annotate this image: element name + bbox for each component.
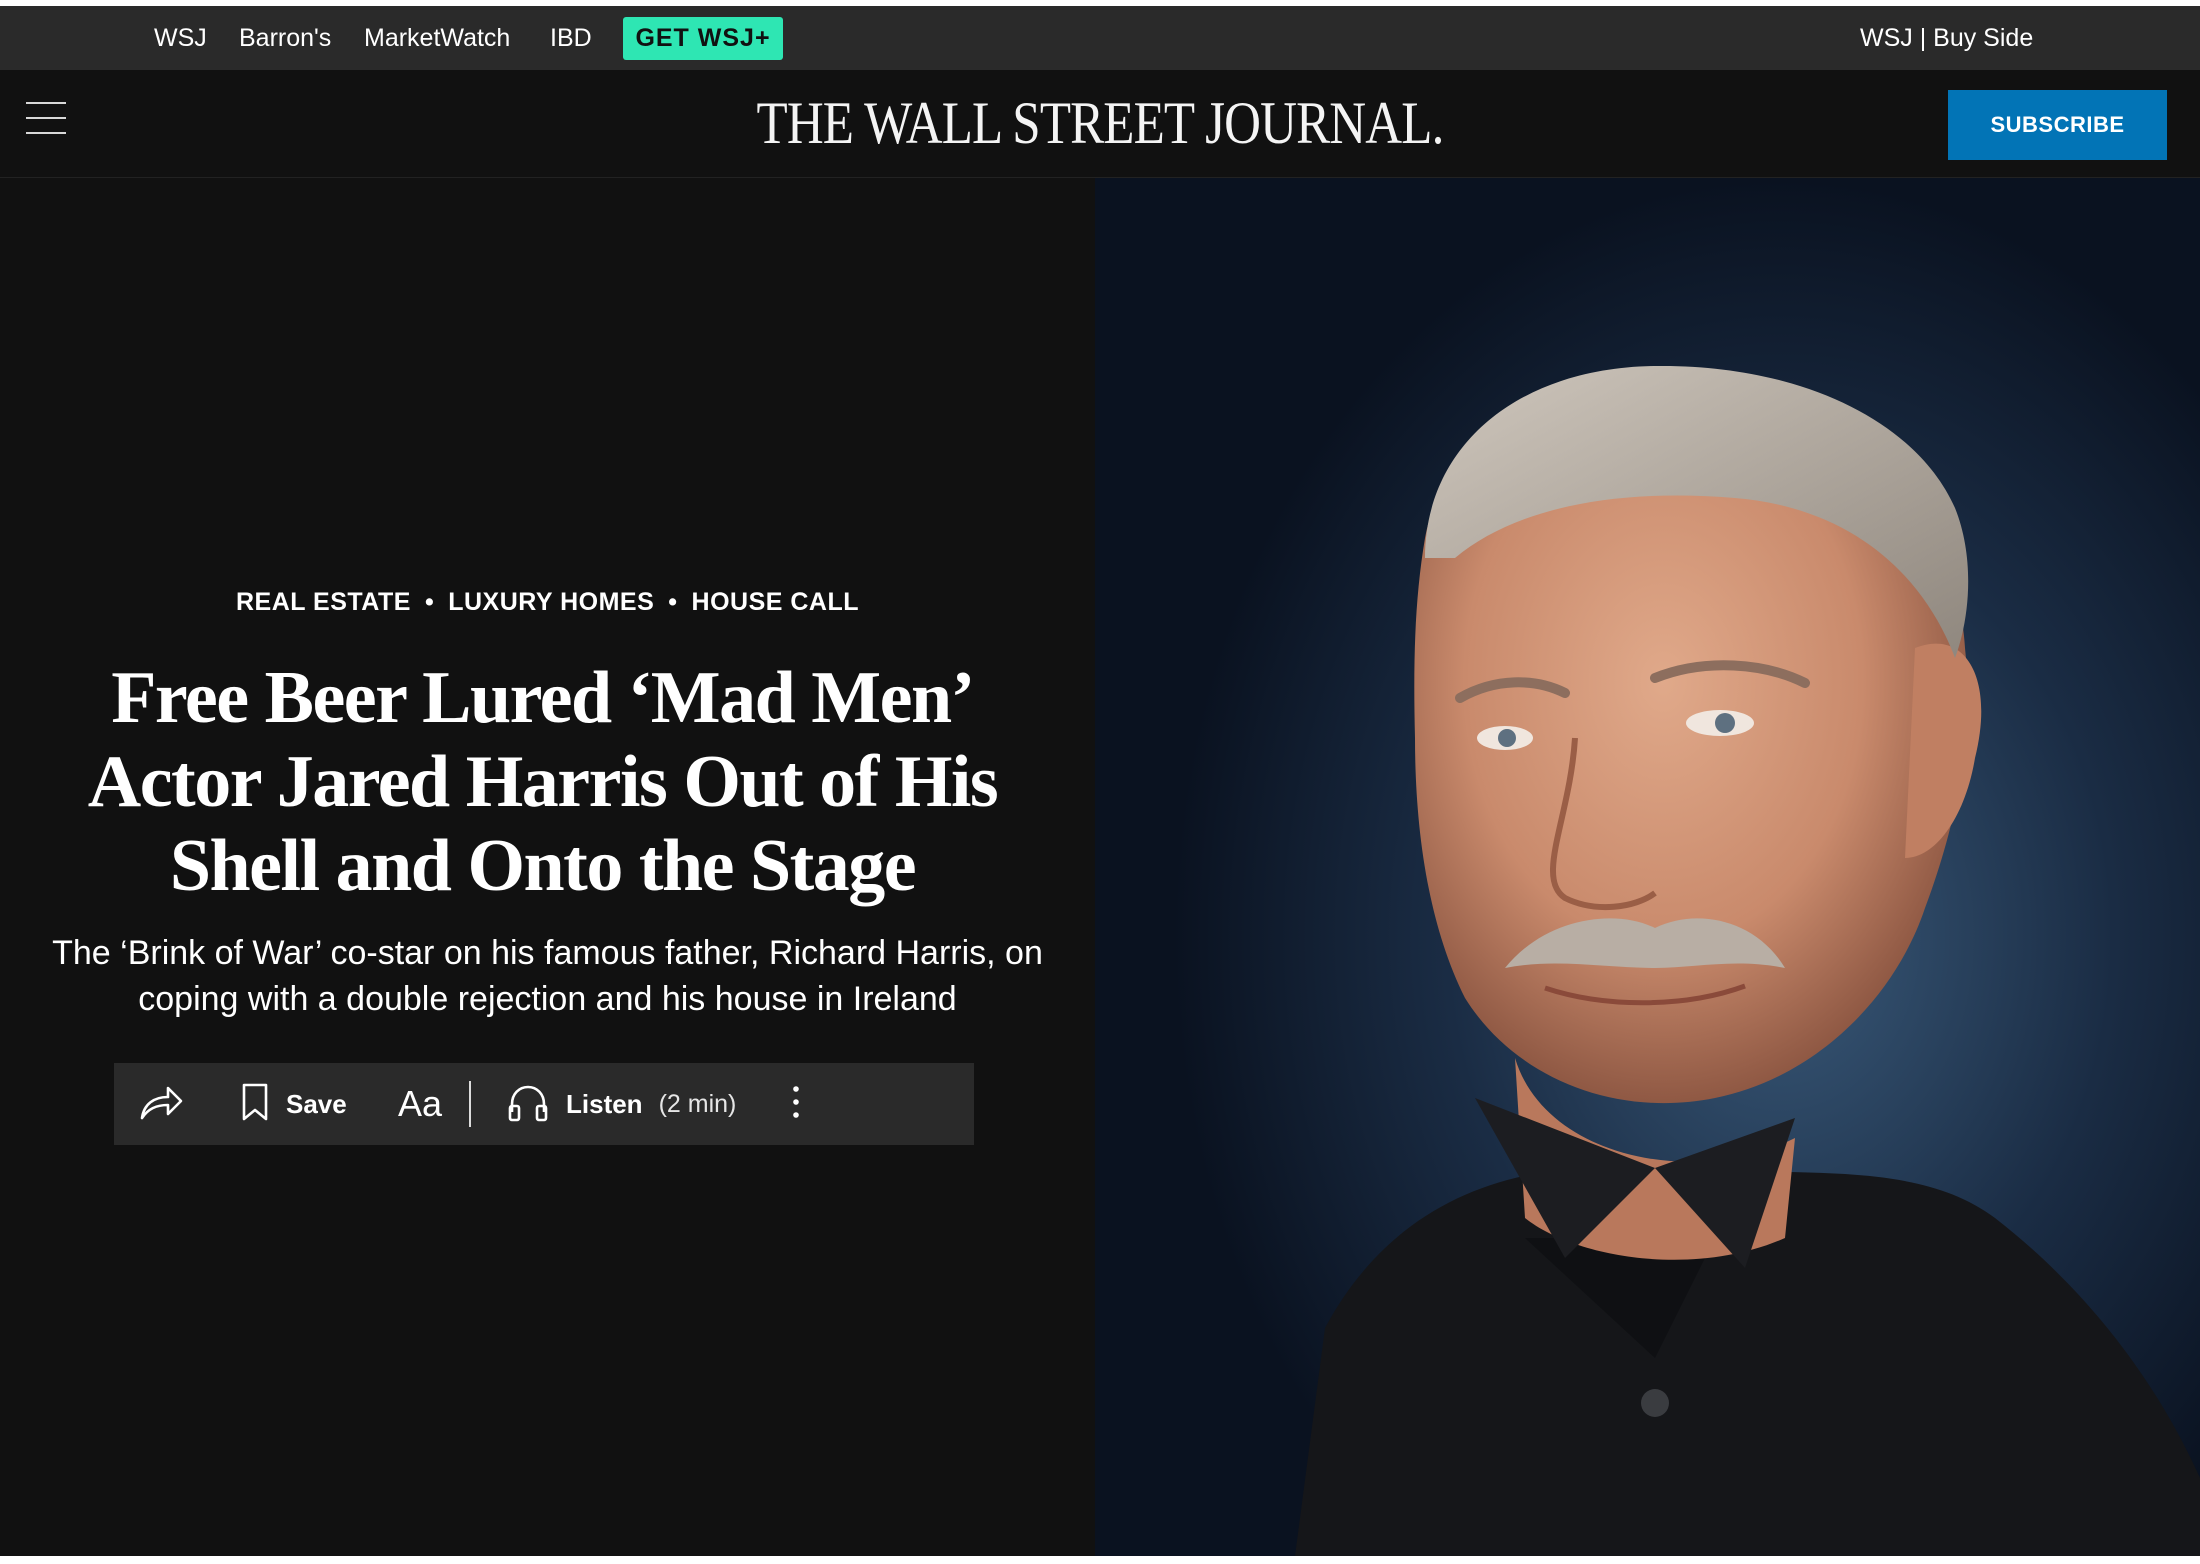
masthead: THE WALL STREET JOURNAL. SUBSCRIBE bbox=[0, 70, 2200, 178]
save-label: Save bbox=[286, 1088, 347, 1119]
breadcrumb-separator: • bbox=[424, 588, 435, 616]
share-button[interactable] bbox=[138, 1063, 184, 1145]
breadcrumb-house-call[interactable]: HOUSE CALL bbox=[692, 588, 860, 616]
wsj-logo[interactable]: THE WALL STREET JOURNAL. bbox=[675, 70, 1525, 177]
listen-button[interactable]: Listen (2 min) bbox=[506, 1063, 736, 1145]
bookmark-icon bbox=[240, 1082, 270, 1127]
breadcrumb-separator: • bbox=[668, 588, 678, 616]
more-vertical-icon bbox=[790, 1084, 802, 1125]
text-size-label: Aa bbox=[398, 1083, 443, 1124]
article-dek: The ‘Brink of War’ co-star on his famous… bbox=[52, 934, 1043, 1018]
article-toolbar: Save Aa Listen (2 min) bbox=[114, 1063, 974, 1145]
listen-label: Listen bbox=[566, 1088, 643, 1119]
brand-link-wsj[interactable]: WSJ bbox=[154, 6, 207, 70]
breadcrumb: REAL ESTATE • LUXURY HOMES • HOUSE CALL bbox=[0, 588, 1095, 617]
share-icon bbox=[138, 1082, 184, 1127]
save-button[interactable]: Save bbox=[240, 1063, 347, 1145]
breadcrumb-luxury-homes[interactable]: LUXURY HOMES bbox=[448, 588, 654, 616]
buy-side-link[interactable]: WSJ | Buy Side bbox=[1860, 6, 2033, 70]
headphones-icon bbox=[506, 1082, 550, 1127]
hero-image bbox=[1095, 178, 2200, 1556]
brand-nav-bar: WSJ Barron's MarketWatch IBD GET WSJ+ WS… bbox=[0, 6, 2200, 70]
text-size-button[interactable]: Aa bbox=[398, 1063, 442, 1145]
brand-link-barrons[interactable]: Barron's bbox=[239, 6, 331, 70]
breadcrumb-real-estate[interactable]: REAL ESTATE bbox=[236, 588, 411, 616]
subscribe-button[interactable]: SUBSCRIBE bbox=[1948, 90, 2167, 160]
bottom-edge bbox=[0, 1556, 2200, 1564]
portrait-photo bbox=[1095, 178, 2200, 1556]
toolbar-divider bbox=[469, 1081, 471, 1127]
get-wsj-plus-button[interactable]: GET WSJ+ bbox=[623, 17, 783, 60]
brand-link-marketwatch[interactable]: MarketWatch bbox=[364, 6, 510, 70]
hamburger-menu-icon[interactable] bbox=[26, 102, 66, 136]
more-options-button[interactable] bbox=[790, 1063, 802, 1145]
article-headline: Free Beer Lured ‘Mad Men’ Actor Jared Ha… bbox=[87, 657, 999, 907]
listen-duration: (2 min) bbox=[658, 1089, 737, 1118]
brand-link-ibd[interactable]: IBD bbox=[550, 6, 592, 70]
